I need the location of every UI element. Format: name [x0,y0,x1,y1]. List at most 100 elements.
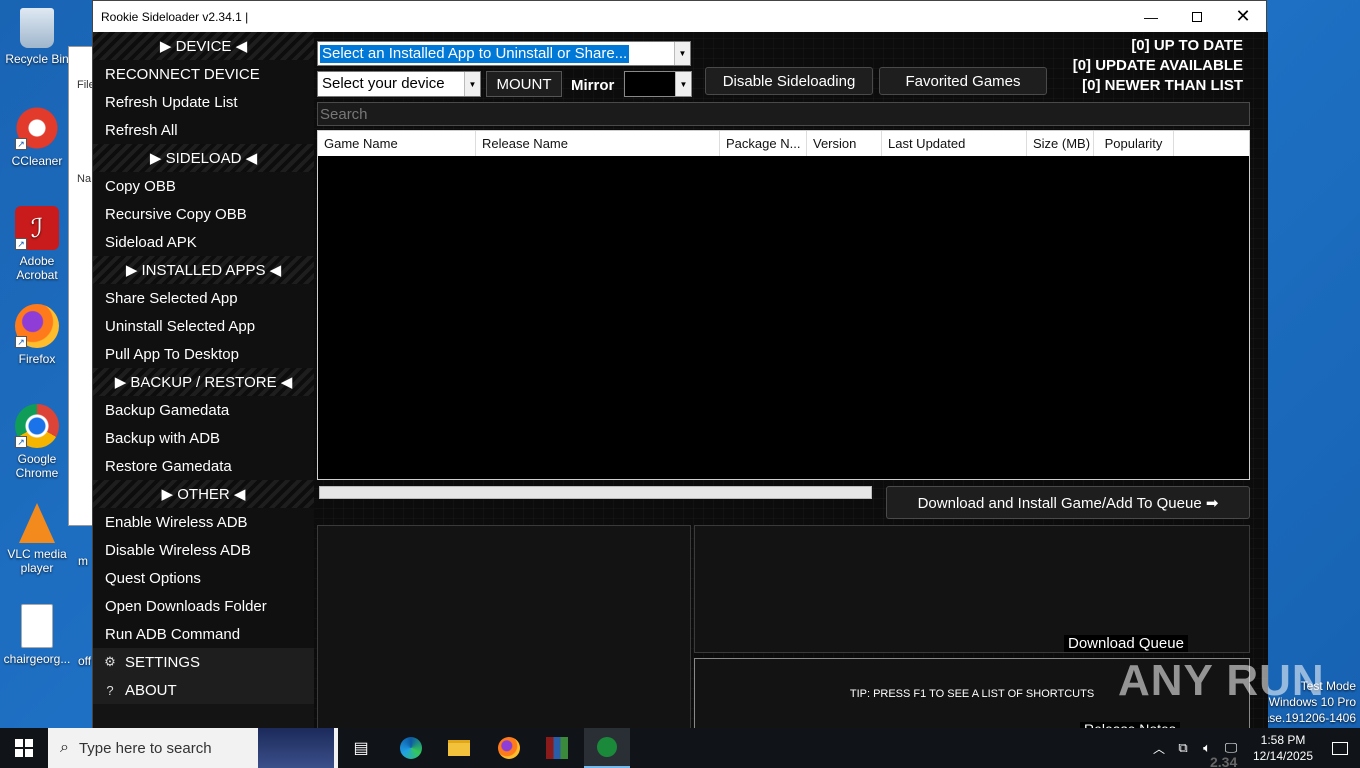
download-queue-label: Download Queue [1064,635,1188,652]
network-icon: ⧉ [1178,740,1188,755]
windows-logo-icon [15,739,33,757]
app-client-area: ▶ DEVICE ◀ RECONNECT DEVICE Refresh Upda… [93,32,1268,729]
column-header-last-updated[interactable]: Last Updated [882,131,1027,156]
rookie-app-icon [597,737,617,757]
sidebar-item-backup-with-adb[interactable]: Backup with ADB [93,424,314,452]
desktop-icon-label: Recycle Bin [5,52,69,66]
mirror-select[interactable]: ▼ [624,71,692,97]
chevron-down-icon[interactable]: ▼ [464,72,480,96]
device-select[interactable]: Select your device ▼ [317,71,481,97]
taskbar-edge[interactable] [388,728,434,768]
background-label-fragment-2: off [78,654,92,668]
about-label: ABOUT [125,681,177,699]
column-header-version[interactable]: Version [807,131,882,156]
chevron-up-icon: ︿ [1152,741,1165,756]
sidebar-header-device[interactable]: ▶ DEVICE ◀ [93,32,314,60]
taskbar-search-box[interactable]: ⌕ Type here to search [48,728,338,768]
taskbar-firefox[interactable] [486,728,532,768]
sidebar-item-run-adb-command[interactable]: Run ADB Command [93,620,314,648]
sidebar-header-backup-restore[interactable]: ▶ BACKUP / RESTORE ◀ [93,368,314,396]
minimize-icon: — [1144,8,1158,25]
clock-time: 1:58 PM [1260,733,1306,747]
taskbar-rookie-sideloader[interactable] [584,728,630,768]
recycle-bin-icon [20,8,54,48]
desktop-icon-ccleaner[interactable]: ↗ CCleaner [2,106,72,168]
status-newer-than-list: [0] NEWER THAN LIST [1082,77,1243,94]
sidebar-item-disable-wireless-adb[interactable]: Disable Wireless ADB [93,536,314,564]
firefox-icon: ↗ [15,304,59,348]
installed-app-select-value: Select an Installed App to Uninstall or … [320,45,630,63]
maximize-icon [1192,11,1202,22]
favorited-games-button[interactable]: Favorited Games [879,67,1047,95]
window-title: Rookie Sideloader v2.34.1 | [101,9,249,24]
column-header-game-name[interactable]: Game Name [318,131,476,156]
sidebar-header-sideload[interactable]: ▶ SIDELOAD ◀ [93,144,314,172]
download-install-button[interactable]: Download and Install Game/Add To Queue ➡ [886,486,1250,519]
desktop-icon-label: VLC media player [7,547,67,575]
sidebar-item-refresh-all[interactable]: Refresh All [93,116,314,144]
chevron-down-icon[interactable]: ▼ [675,72,691,96]
sidebar-item-about[interactable]: ? ABOUT [93,676,314,704]
mirror-label: Mirror [571,77,615,94]
start-button[interactable] [0,728,48,768]
background-label-fragment: m [78,554,88,568]
mount-button[interactable]: MOUNT [486,71,562,97]
column-header-package-name[interactable]: Package N... [720,131,807,156]
chevron-down-icon[interactable]: ▼ [674,42,690,65]
sidebar-item-refresh-update-list[interactable]: Refresh Update List [93,88,314,116]
sidebar-item-restore-gamedata[interactable]: Restore Gamedata [93,452,314,480]
tray-network-drive-icon[interactable]: ⧉ [1172,728,1194,768]
sidebar-header-other[interactable]: ▶ OTHER ◀ [93,480,314,508]
title-bar[interactable]: Rookie Sideloader v2.34.1 | — ✕ [93,1,1266,32]
sidebar-item-open-downloads-folder[interactable]: Open Downloads Folder [93,592,314,620]
sidebar-item-pull-app-to-desktop[interactable]: Pull App To Desktop [93,340,314,368]
game-notes-panel [317,525,691,729]
column-header-size[interactable]: Size (MB) [1027,131,1094,156]
column-header-popularity[interactable]: Popularity [1094,131,1174,156]
column-header-release-name[interactable]: Release Name [476,131,720,156]
sidebar-item-enable-wireless-adb[interactable]: Enable Wireless ADB [93,508,314,536]
sidebar-item-share-selected-app[interactable]: Share Selected App [93,284,314,312]
search-icon: ⌕ [60,739,69,756]
clock-date: 12/14/2025 [1252,749,1314,763]
close-button[interactable]: ✕ [1220,1,1266,32]
ccleaner-icon: ↗ [15,106,59,150]
task-view-icon: ▤ [353,740,369,757]
task-view-button[interactable]: ▤ [338,728,384,768]
sidebar-item-copy-obb[interactable]: Copy OBB [93,172,314,200]
taskbar-file-explorer[interactable] [436,728,482,768]
taskbar-clock[interactable]: 1:58 PM 12/14/2025 [1248,728,1318,768]
sidebar-item-recursive-copy-obb[interactable]: Recursive Copy OBB [93,200,314,228]
desktop-icon-google-chrome[interactable]: ↗ Google Chrome [2,404,72,480]
game-list-table[interactable]: Game Name Release Name Package N... Vers… [317,130,1250,480]
disable-sideloading-button[interactable]: Disable Sideloading [705,67,873,95]
shortcut-tip-text: TIP: PRESS F1 TO SEE A LIST OF SHORTCUTS [849,687,1095,700]
desktop-icon-firefox[interactable]: ↗ Firefox [2,304,72,366]
taskbar-winrar[interactable] [534,728,580,768]
show-hidden-icons-button[interactable]: ︿ [1148,728,1170,768]
table-header: Game Name Release Name Package N... Vers… [318,131,1249,156]
download-queue-panel[interactable] [694,525,1250,653]
sidebar-item-uninstall-selected-app[interactable]: Uninstall Selected App [93,312,314,340]
vlc-cone-icon [19,503,55,543]
desktop-icon-adobe-acrobat[interactable]: ℐ ↗ Adobe Acrobat [2,206,72,282]
desktop-icon-label: Adobe Acrobat [16,254,58,282]
sidebar-header-installed-apps[interactable]: ▶ INSTALLED APPS ◀ [93,256,314,284]
maximize-button[interactable] [1174,1,1220,32]
notification-icon [1332,741,1348,755]
version-corner-text: 2.34 [1210,754,1238,768]
desktop-icon-vlc[interactable]: VLC media player [2,503,72,575]
sidebar-item-settings[interactable]: ⚙ SETTINGS [93,648,314,676]
search-input[interactable]: Search [317,102,1250,126]
sidebar-item-reconnect-device[interactable]: RECONNECT DEVICE [93,60,314,88]
sidebar-item-quest-options[interactable]: Quest Options [93,564,314,592]
installed-app-select[interactable]: Select an Installed App to Uninstall or … [317,41,691,66]
desktop-icon-recycle-bin[interactable]: Recycle Bin [2,8,72,66]
notifications-button[interactable] [1320,728,1360,768]
gear-icon: ⚙ [104,654,116,669]
chrome-icon: ↗ [15,404,59,448]
desktop-icon-chairgeorg[interactable]: chairgeorg... [2,604,72,666]
minimize-button[interactable]: — [1128,1,1174,32]
sidebar-item-backup-gamedata[interactable]: Backup Gamedata [93,396,314,424]
sidebar-item-sideload-apk[interactable]: Sideload APK [93,228,314,256]
